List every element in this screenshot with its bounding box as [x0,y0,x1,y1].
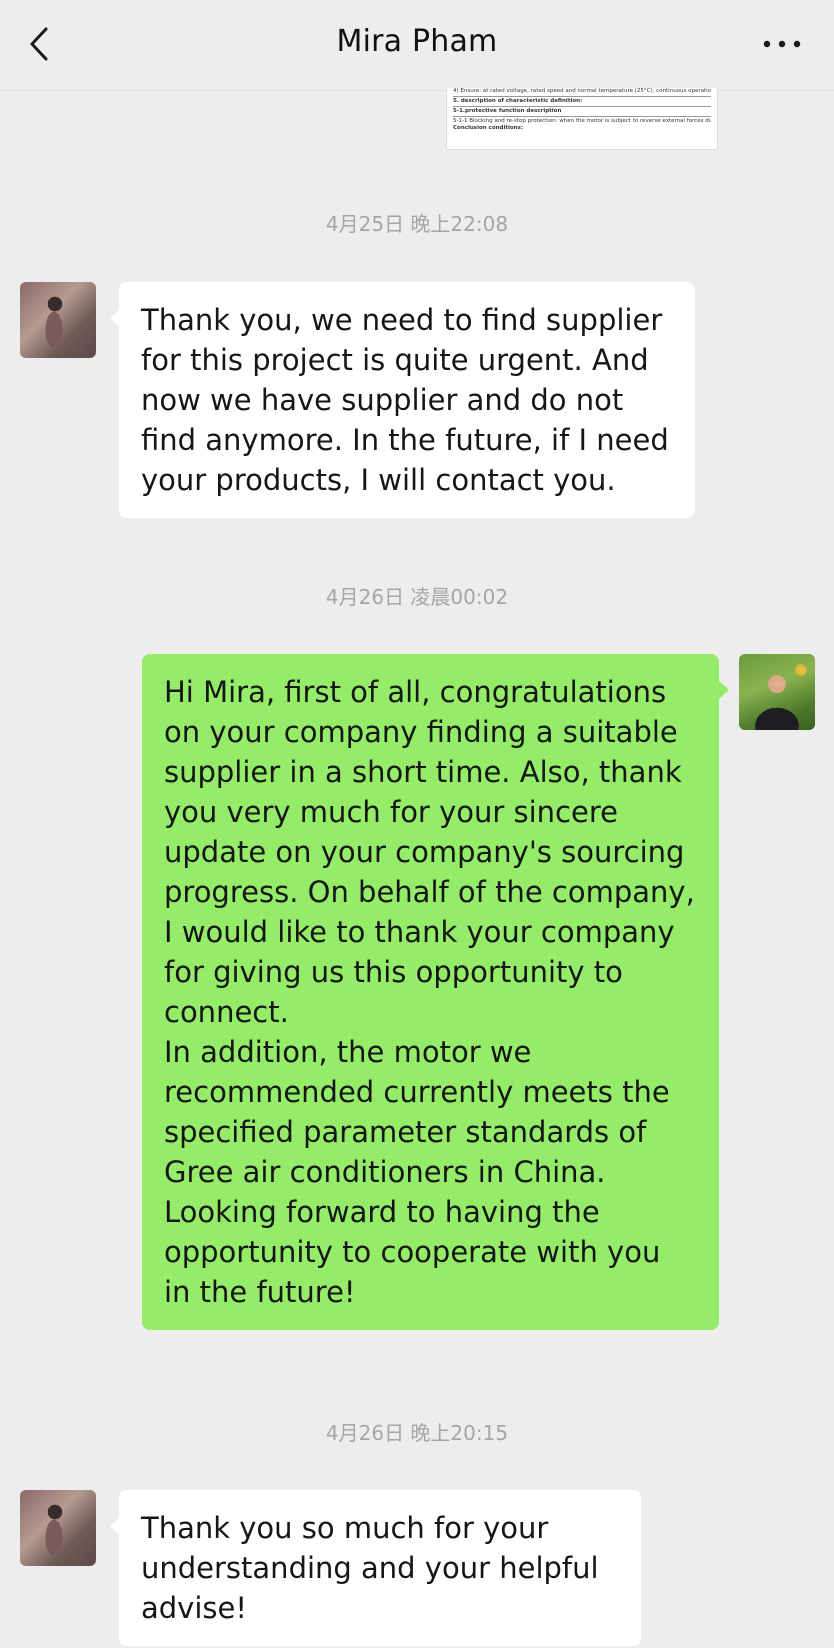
more-dots-icon [763,40,801,48]
doc-row: 4) Ensure: at rated voltage, rated speed… [453,88,711,94]
contact-avatar[interactable] [20,282,96,358]
doc-row: 5-1-1 Blocking and re-stop protection: w… [453,118,711,124]
outgoing-message-bubble[interactable]: Hi Mira, first of all, congratulations o… [142,654,719,1330]
attachment-preview[interactable]: 4) Ensure: at rated voltage, rated speed… [446,88,718,150]
doc-row: Conclusion conditions: [453,125,524,131]
doc-divider [453,106,711,107]
my-avatar[interactable] [739,654,815,730]
doc-divider [453,96,711,97]
chat-header: Mira Pham [0,0,834,91]
message-timestamp: 4月26日 凌晨00:02 [325,585,509,609]
doc-divider [453,116,711,117]
message-timestamp: 4月26日 晚上20:15 [325,1421,509,1445]
incoming-message-bubble[interactable]: Thank you, we need to find supplier for … [119,282,695,518]
contact-avatar[interactable] [20,1490,96,1566]
doc-row: 5. description of characteristic definit… [453,98,583,104]
contact-name: Mira Pham [336,24,498,59]
doc-row: 5-1.protective function description [453,108,562,114]
bubble-tail [719,681,729,699]
incoming-message-bubble[interactable]: Thank you so much for your understanding… [119,1490,641,1646]
more-button[interactable] [760,32,804,56]
message-timestamp: 4月25日 晚上22:08 [325,212,509,236]
